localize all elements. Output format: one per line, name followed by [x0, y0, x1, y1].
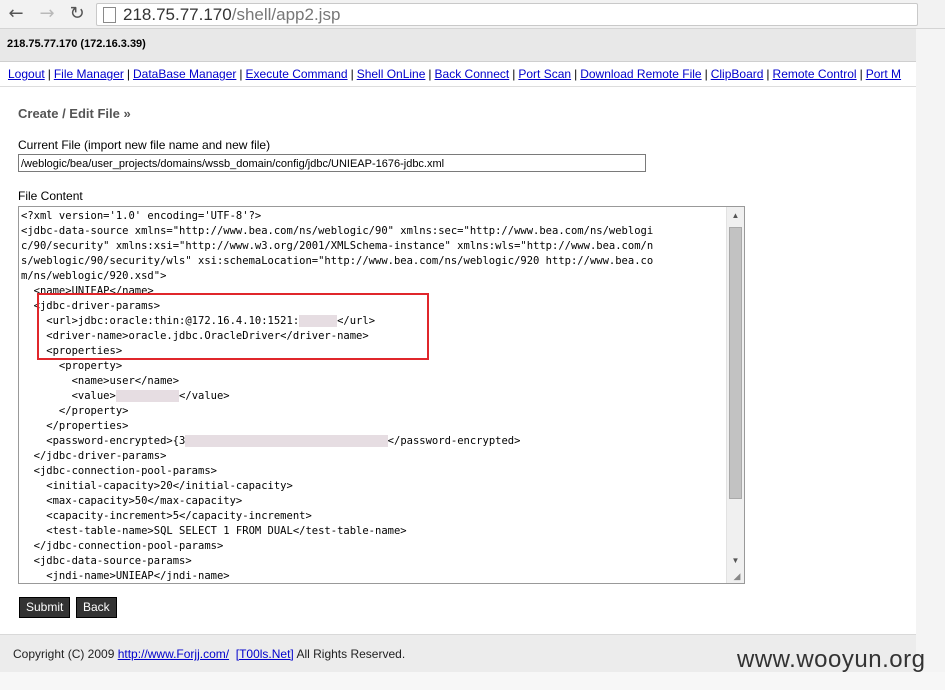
copyright: Copyright (C) 2009 http://www.Forjj.com/… [13, 647, 405, 661]
highlight-box [37, 293, 429, 360]
menu-item-clipboard[interactable]: ClipBoard [711, 67, 764, 81]
code-line: <jndi-name>UNIEAP</jndi-name> [21, 570, 230, 582]
file-content-text: <?xml version='1.0' encoding='UTF-8'?> <… [21, 209, 727, 583]
code-line: <property> [21, 360, 123, 372]
address-bar[interactable]: 218.75.77.170/shell/app2.jsp [96, 3, 918, 26]
resize-handle-icon[interactable]: ◢ [731, 570, 743, 582]
menu-item-database-manager[interactable]: DataBase Manager [133, 67, 236, 81]
scroll-thumb[interactable] [729, 227, 742, 499]
host-info-bar: 218.75.77.170 (172.16.3.39) [0, 29, 916, 62]
url-path: /shell/app2.jsp [231, 5, 341, 24]
menu-item-file-manager[interactable]: File Manager [54, 67, 124, 81]
url-host: 218.75.77.170 [123, 5, 232, 24]
arrow-right-icon[interactable]: → [37, 4, 57, 24]
page-title: Create / Edit File » [18, 106, 131, 121]
menu-item-back-connect[interactable]: Back Connect [435, 67, 510, 81]
code-line: <max-capacity>50</max-capacity> [21, 495, 243, 507]
code-line: <test-table-name>SQL SELECT 1 FROM DUAL<… [21, 525, 407, 537]
window-margin-bottom [0, 672, 945, 690]
current-file-label: Current File (import new file name and n… [18, 138, 271, 152]
address-text: 218.75.77.170/shell/app2.jsp [123, 4, 340, 25]
t00ls-link[interactable]: [T00ls.Net] [236, 647, 294, 661]
menu-separator: | [859, 67, 863, 81]
code-line: <jdbc-data-source xmlns="http://www.bea.… [21, 225, 654, 237]
menu-separator: | [239, 67, 243, 81]
redacted-text [185, 435, 388, 447]
code-line: <password-encrypted>{3 </password-encryp… [21, 435, 521, 447]
scroll-up-icon[interactable]: ▲ [727, 207, 744, 224]
arrow-left-icon[interactable]: ← [6, 4, 26, 24]
menu-separator: | [126, 67, 130, 81]
code-line: </property> [21, 405, 129, 417]
code-line: c/90/security" xmlns:xsi="http://www.w3.… [21, 240, 654, 252]
code-line: <jdbc-connection-pool-params> [21, 465, 217, 477]
scroll-down-icon[interactable]: ▼ [727, 552, 744, 569]
code-line: <initial-capacity>20</initial-capacity> [21, 480, 293, 492]
menu-separator: | [428, 67, 432, 81]
code-line: s/weblogic/90/security/wls" xsi:schemaLo… [21, 255, 654, 267]
main-menu: Logout | File Manager | DataBase Manager | Exe… [0, 62, 916, 86]
back-button[interactable]: Back [76, 597, 117, 618]
menu-item-port-scan[interactable]: Port Scan [518, 67, 571, 81]
copyright-suffix: All Rights Reserved. [293, 647, 406, 661]
scrollbar[interactable]: ▲ ▼ [726, 207, 744, 583]
file-content-textarea[interactable]: <?xml version='1.0' encoding='UTF-8'?> <… [18, 206, 745, 584]
code-line: <capacity-increment>5</capacity-incremen… [21, 510, 312, 522]
menu-item-remote-control[interactable]: Remote Control [773, 67, 857, 81]
menu-separator: | [47, 67, 51, 81]
code-line: <name>user</name> [21, 375, 180, 387]
menu-separator: | [574, 67, 578, 81]
code-line: <value> </value> [21, 390, 230, 402]
file-content-label: File Content [18, 189, 83, 203]
edit-file-panel: Create / Edit File » Current File (impor… [0, 87, 916, 633]
menu-separator: | [512, 67, 516, 81]
redacted-text [115, 390, 180, 402]
code-line: </jdbc-connection-pool-params> [21, 540, 224, 552]
menu-item-execute-command[interactable]: Execute Command [246, 67, 348, 81]
code-line: <?xml version='1.0' encoding='UTF-8'?> [21, 210, 262, 222]
reload-icon[interactable]: ↻ [67, 4, 87, 24]
current-file-input[interactable]: /weblogic/bea/user_projects/domains/wssb… [18, 154, 646, 172]
code-line: m/ns/weblogic/920.xsd"> [21, 270, 167, 282]
menu-item-port-m[interactable]: Port M [866, 67, 901, 81]
submit-button[interactable]: Submit [19, 597, 71, 618]
code-line: </properties> [21, 420, 129, 432]
forjj-link[interactable]: http://www.Forjj.com/ [118, 647, 229, 661]
window-margin [916, 29, 945, 690]
menu-separator: | [766, 67, 770, 81]
browser-toolbar: ← → ↻ 218.75.77.170/shell/app2.jsp [0, 0, 945, 29]
host-info: 218.75.77.170 (172.16.3.39) [7, 38, 146, 50]
watermark: www.wooyun.org [737, 646, 926, 673]
copyright-prefix: Copyright (C) 2009 [13, 647, 118, 661]
menu-items: Logout | File Manager | DataBase Manager | Exe… [8, 63, 901, 85]
code-line: </jdbc-driver-params> [21, 450, 167, 462]
menu-item-shell-online[interactable]: Shell OnLine [357, 67, 426, 81]
menu-item-download-remote-file[interactable]: Download Remote File [580, 67, 701, 81]
code-line: <jdbc-data-source-params> [21, 555, 192, 567]
menu-separator: | [350, 67, 354, 81]
menu-item-logout[interactable]: Logout [8, 67, 45, 81]
menu-separator: | [704, 67, 708, 81]
page-icon [103, 7, 116, 23]
